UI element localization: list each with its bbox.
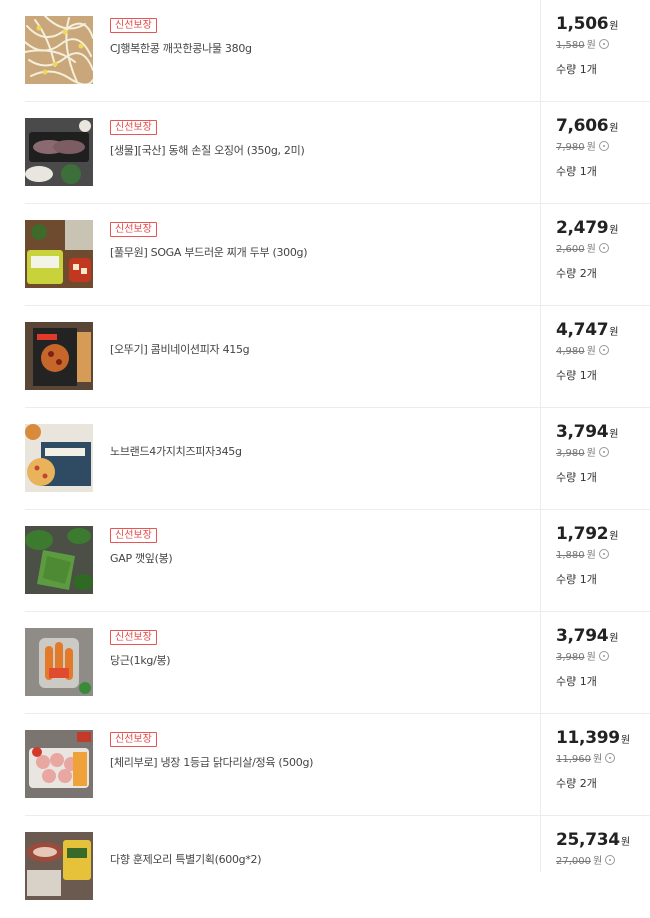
product-name[interactable]: [체리부로] 냉장 1등급 닭다리살/정육 (500g) [110,754,530,770]
quantity-label: 수량 1개 [556,165,597,178]
original-price: 3,980 원 [556,444,650,459]
product-name[interactable]: 노브랜드4가지치즈피자345g [110,443,530,459]
fresh-guarantee-badge: 신선보장 [110,630,157,645]
fresh-guarantee-badge: 신선보장 [110,18,157,33]
quantity-label: 수량 1개 [556,369,597,382]
price-info-icon[interactable] [598,39,609,49]
price-info-icon[interactable] [598,447,609,457]
fresh-guarantee-badge: 신선보장 [110,528,157,543]
fresh-guarantee-badge: 신선보장 [110,732,157,747]
list-item: [오뚜기] 콤비네이션피자 415g 4,747원 4,980 원 수량 1개 [25,306,650,408]
sale-price: 3,794원 [556,422,619,442]
sale-price: 1,506원 [556,14,619,34]
quantity-label: 수량 2개 [556,267,597,280]
price-info-icon[interactable] [605,855,616,865]
product-image-carrot-bag[interactable] [25,628,93,696]
sale-price: 3,794원 [556,626,619,646]
product-name[interactable]: [풀무원] SOGA 부드러운 찌개 두부 (300g) [110,244,530,260]
cart-item-list: 신선보장 CJ행복한콩 깨끗한콩나물 380g 1,506원 1,580 원 수량… [0,0,650,918]
product-name[interactable]: 당근(1kg/봉) [110,652,530,668]
price-info-icon[interactable] [598,345,609,355]
product-image-squid-tray[interactable] [25,118,93,186]
sale-price: 2,479원 [556,218,619,238]
quantity-label: 수량 1개 [556,63,597,76]
price-info-icon[interactable] [598,651,609,661]
quantity-label: 수량 1개 [556,471,597,484]
original-price: 2,600 원 [556,240,650,255]
original-price: 27,000 원 [556,852,650,867]
list-item: 신선보장 [체리부로] 냉장 1등급 닭다리살/정육 (500g) 11,399… [25,714,650,816]
list-item: 신선보장 GAP 깻잎(봉) 1,792원 1,880 원 수량 1개 [25,510,650,612]
product-image-smoked-duck[interactable] [25,832,93,900]
product-image-perilla-leaves[interactable] [25,526,93,594]
product-image-combination-pizza-box[interactable] [25,322,93,390]
list-item: 신선보장 당근(1kg/봉) 3,794원 3,980 원 수량 1개 [25,612,650,714]
original-price: 7,980 원 [556,138,650,153]
product-name[interactable]: CJ행복한콩 깨끗한콩나물 380g [110,40,530,56]
price-info-icon[interactable] [598,141,609,151]
quantity-label: 수량 1개 [556,573,597,586]
sale-price: 7,606원 [556,116,619,136]
product-name[interactable]: GAP 깻잎(봉) [110,550,530,566]
quantity-label: 수량 2개 [556,777,597,790]
price-info-icon[interactable] [605,753,616,763]
sale-price: 11,399원 [556,728,630,748]
price-info-icon[interactable] [598,243,609,253]
fresh-guarantee-badge: 신선보장 [110,222,157,237]
product-image-tofu-pack[interactable] [25,220,93,288]
original-price: 1,880 원 [556,546,650,561]
original-price: 1,580 원 [556,36,650,51]
list-item: 신선보장 CJ행복한콩 깨끗한콩나물 380g 1,506원 1,580 원 수량… [25,0,650,102]
sale-price: 4,747원 [556,320,619,340]
list-item: 다향 훈제오리 특별기획(600g*2) 25,734원 27,000 원 [25,816,650,918]
list-item: 신선보장 [생물][국산] 동해 손질 오징어 (350g, 2미) 7,606… [25,102,650,204]
list-item: 노브랜드4가지치즈피자345g 3,794원 3,980 원 수량 1개 [25,408,650,510]
product-name[interactable]: [생물][국산] 동해 손질 오징어 (350g, 2미) [110,142,530,158]
fresh-guarantee-badge: 신선보장 [110,120,157,135]
sale-price: 25,734원 [556,830,630,850]
quantity-label: 수량 1개 [556,675,597,688]
product-image-bean-sprouts[interactable] [25,16,93,84]
price-info-icon[interactable] [598,549,609,559]
original-price: 4,980 원 [556,342,650,357]
original-price: 11,960 원 [556,750,650,765]
list-item: 신선보장 [풀무원] SOGA 부드러운 찌개 두부 (300g) 2,479원… [25,204,650,306]
product-name[interactable]: [오뚜기] 콤비네이션피자 415g [110,341,530,357]
product-name[interactable]: 다향 훈제오리 특별기획(600g*2) [110,851,530,867]
original-price: 3,980 원 [556,648,650,663]
product-image-cheese-pizza-box[interactable] [25,424,93,492]
product-image-chicken-thigh-pack[interactable] [25,730,93,798]
sale-price: 1,792원 [556,524,619,544]
